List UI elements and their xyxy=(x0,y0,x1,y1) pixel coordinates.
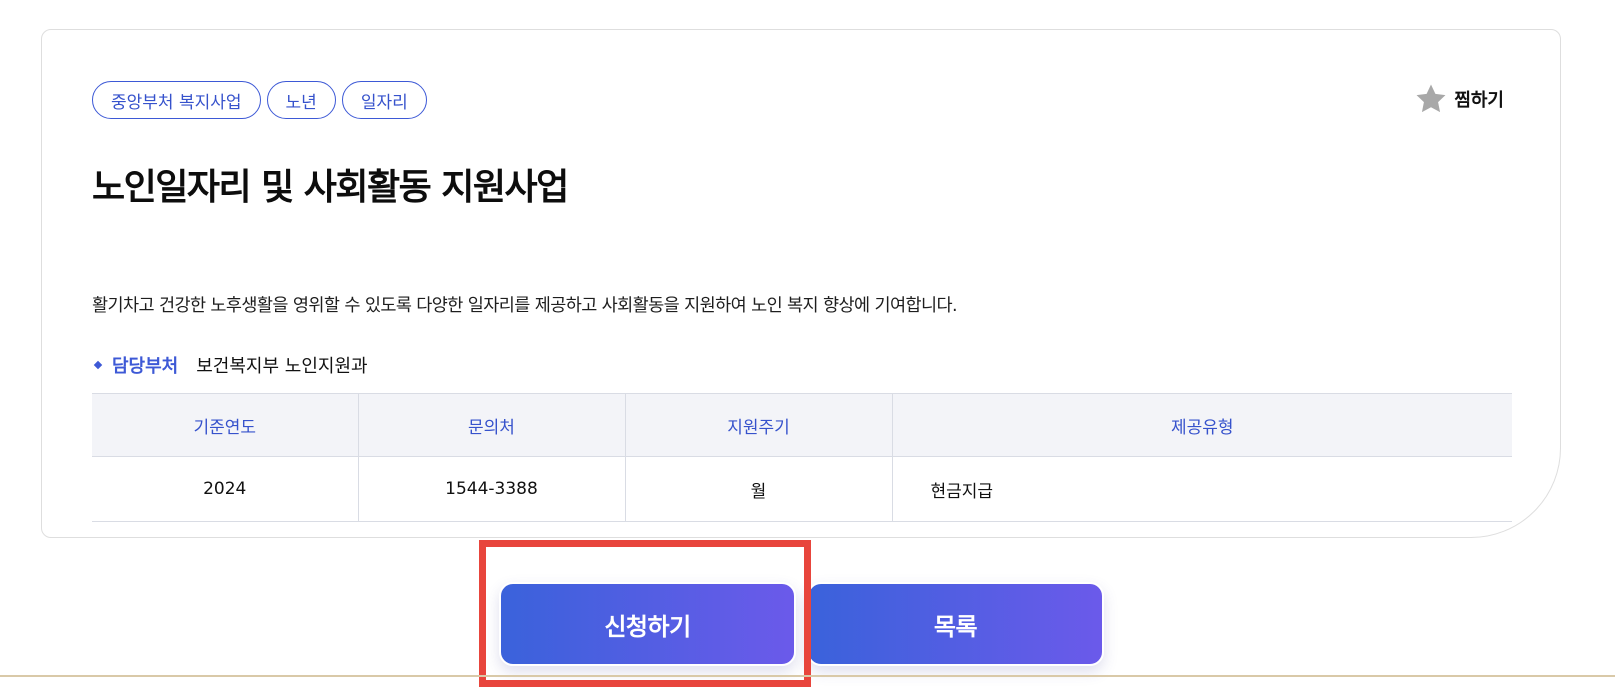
tag-list: 중앙부처 복지사업 노년 일자리 xyxy=(92,81,427,119)
welfare-detail-card: 중앙부처 복지사업 노년 일자리 찜하기 노인일자리 및 사회활동 지원사업 활… xyxy=(41,29,1561,538)
header-contact: 문의처 xyxy=(357,393,625,457)
tag-job[interactable]: 일자리 xyxy=(341,81,427,119)
department-info: 담당부처 보건복지부 노인지원과 xyxy=(92,352,368,378)
cell-support-cycle: 월 xyxy=(624,456,892,522)
page: 중앙부처 복지사업 노년 일자리 찜하기 노인일자리 및 사회활동 지원사업 활… xyxy=(0,0,1615,687)
program-info-table: 기준연도 문의처 지원주기 제공유형 2024 1544-3388 월 현금지급 xyxy=(92,393,1512,522)
table-row: 2024 1544-3388 월 현금지급 xyxy=(92,456,1512,522)
header-base-year: 기준연도 xyxy=(92,393,358,457)
tag-elderly[interactable]: 노년 xyxy=(266,81,336,119)
apply-button[interactable]: 신청하기 xyxy=(499,582,796,666)
table-header-row: 기준연도 문의처 지원주기 제공유형 xyxy=(92,393,1512,457)
favorite-button[interactable]: 찜하기 xyxy=(1414,82,1504,116)
department-value: 보건복지부 노인지원과 xyxy=(196,356,368,377)
favorite-label: 찜하기 xyxy=(1454,90,1504,111)
header-support-cycle: 지원주기 xyxy=(624,393,892,457)
star-icon xyxy=(1414,82,1448,116)
header-provision-type: 제공유형 xyxy=(891,393,1512,457)
cell-provision-type: 현금지급 xyxy=(891,456,1512,522)
diamond-bullet-icon xyxy=(93,360,103,370)
footer-divider xyxy=(0,675,1615,677)
program-description: 활기차고 건강한 노후생활을 영위할 수 있도록 다양한 일자리를 제공하고 사… xyxy=(92,296,958,316)
page-title: 노인일자리 및 사회활동 지원사업 xyxy=(92,167,569,208)
tag-central-ministry[interactable]: 중앙부처 복지사업 xyxy=(92,81,261,119)
department-label: 담당부처 xyxy=(112,356,179,377)
cell-contact: 1544-3388 xyxy=(357,456,625,522)
list-button[interactable]: 목록 xyxy=(807,582,1104,666)
cell-base-year: 2024 xyxy=(92,456,358,522)
